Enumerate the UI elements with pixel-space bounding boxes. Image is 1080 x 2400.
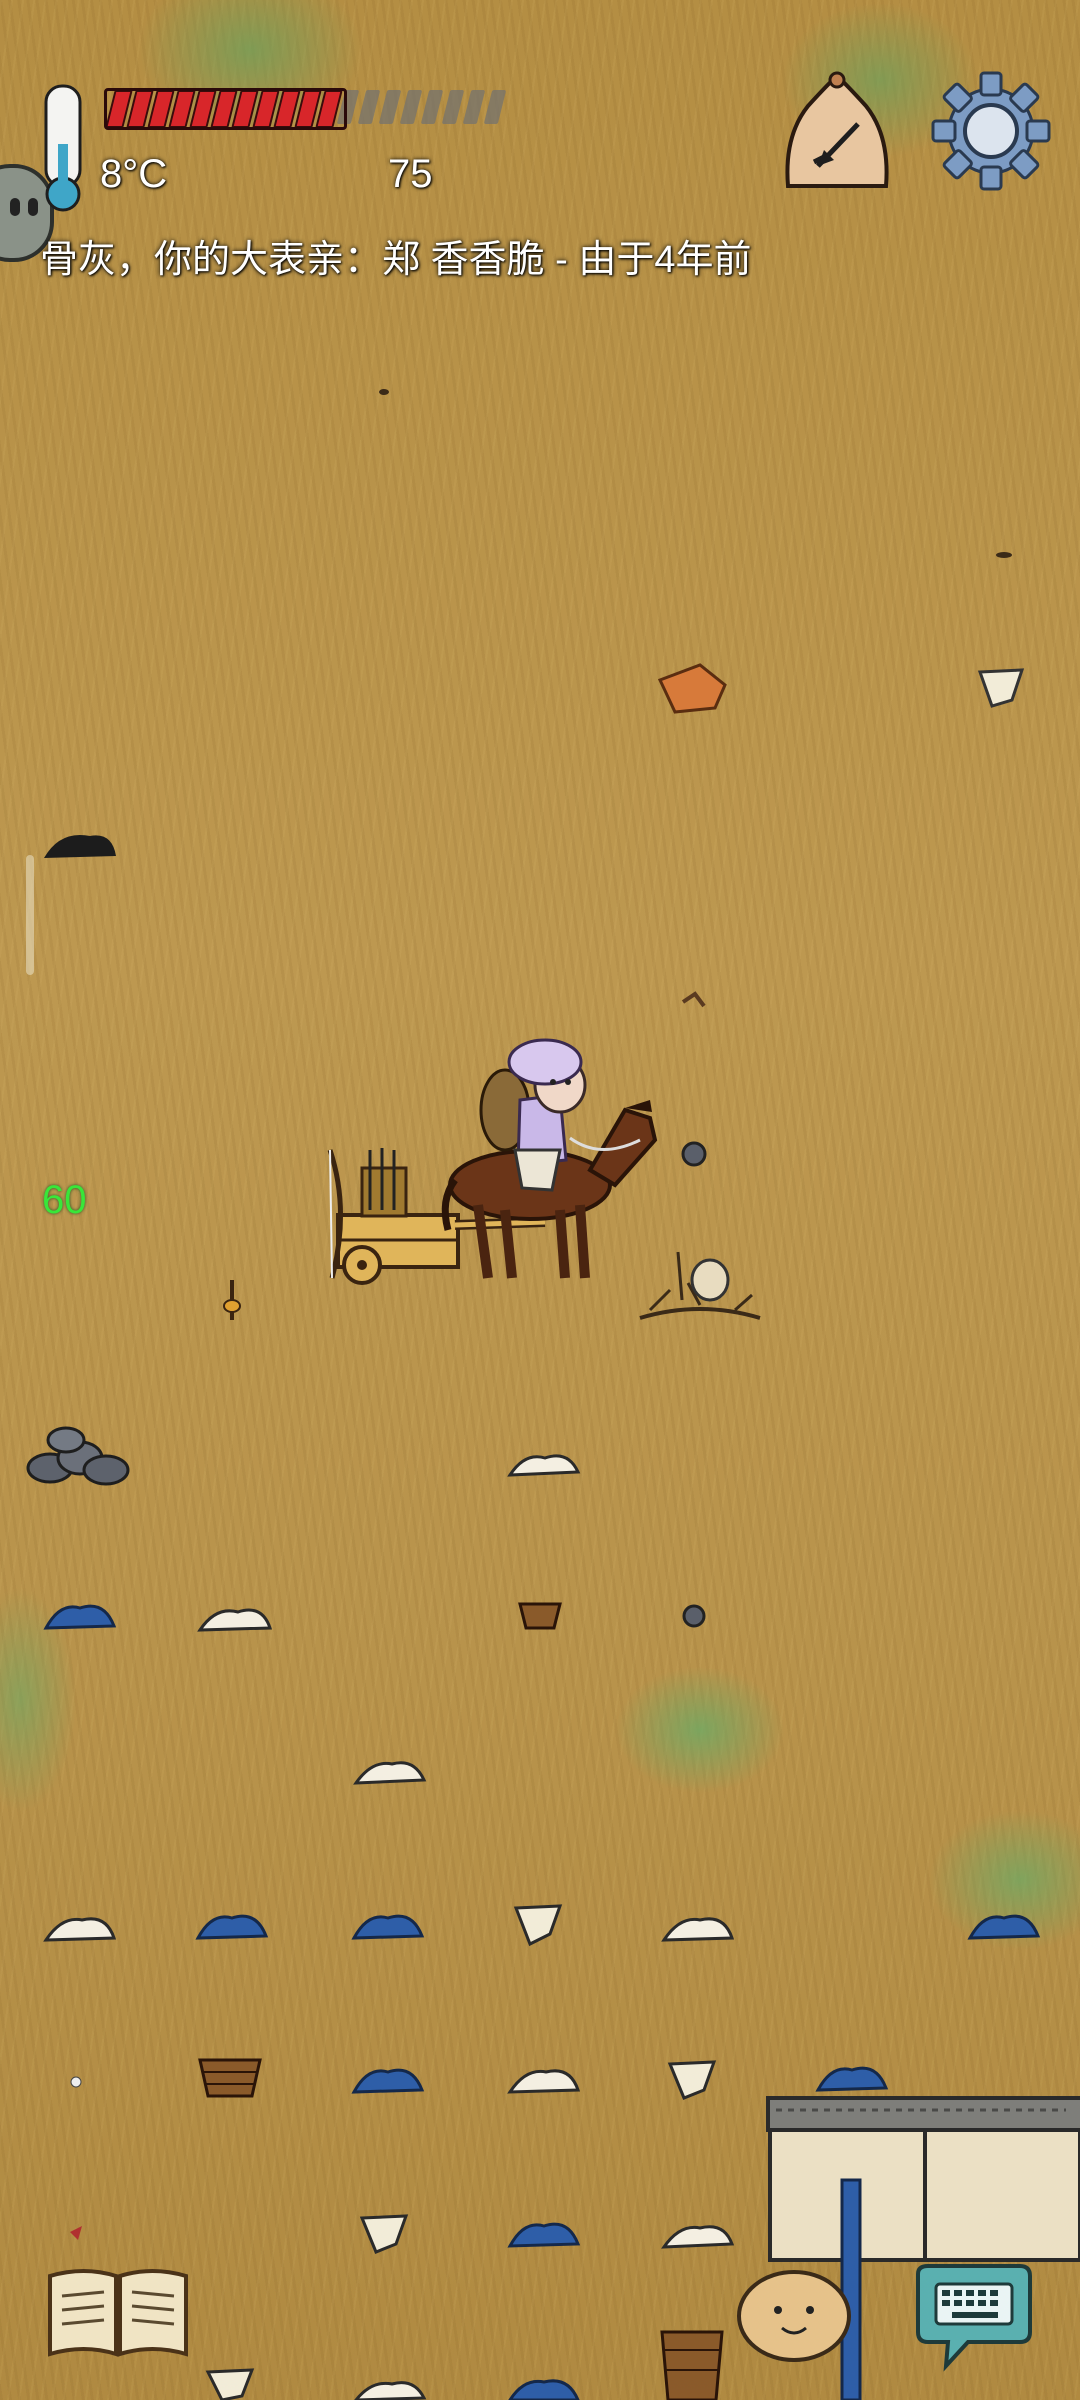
charcoal-pile[interactable] xyxy=(44,834,116,858)
round-stone[interactable] xyxy=(682,1604,706,1628)
temperature-readout: 8°C xyxy=(100,152,168,196)
world-objects-layer[interactable] xyxy=(0,0,1080,2400)
tall-basket[interactable] xyxy=(660,2330,724,2400)
food-pip-empty xyxy=(357,90,381,124)
fps-counter: 60 xyxy=(42,1178,87,1222)
food-pip-empty xyxy=(462,90,486,124)
ore-rock[interactable] xyxy=(657,663,727,714)
white-fleece[interactable] xyxy=(353,1761,427,1785)
white-fleece[interactable] xyxy=(661,2225,735,2249)
flint-chip[interactable] xyxy=(667,2060,717,2100)
food-pip-empty xyxy=(483,90,507,124)
small-basket[interactable] xyxy=(518,1602,562,1630)
tiny-pebble[interactable] xyxy=(70,2076,82,2088)
twig[interactable] xyxy=(681,991,706,1008)
white-fleece[interactable] xyxy=(661,1917,735,1942)
stick-bit[interactable] xyxy=(996,552,1012,558)
food-pip-empty xyxy=(399,90,423,124)
blue-wool-pile[interactable] xyxy=(43,1604,117,1630)
keyboard-chat-icon[interactable] xyxy=(908,2262,1038,2372)
player-on-horse[interactable] xyxy=(441,1038,658,1279)
food-pip-empty xyxy=(420,90,444,124)
scroll-indicator xyxy=(26,855,34,975)
blue-wool-pile[interactable] xyxy=(351,2068,425,2094)
blue-wool-pile[interactable] xyxy=(967,1914,1041,1940)
recipe-book-icon[interactable] xyxy=(44,2262,192,2362)
white-fleece[interactable] xyxy=(507,1454,581,1477)
seed-bit[interactable] xyxy=(379,389,389,395)
age-readout: 75 xyxy=(388,152,433,196)
food-pip-empty xyxy=(441,90,465,124)
round-stone[interactable] xyxy=(681,1141,707,1167)
gear-icon[interactable] xyxy=(930,70,1052,192)
blue-wool-pile[interactable] xyxy=(508,2379,580,2400)
food-pip-empty xyxy=(378,90,402,124)
small-red-item[interactable] xyxy=(70,2226,82,2240)
woven-basket[interactable] xyxy=(198,2058,262,2098)
emote-face-icon[interactable] xyxy=(734,2266,854,2362)
white-fleece[interactable] xyxy=(197,1608,273,1632)
flint-chip[interactable] xyxy=(513,1904,563,1947)
blue-wool-pile[interactable] xyxy=(351,1914,425,1940)
rabbit-burrow[interactable] xyxy=(639,1251,761,1320)
food-meter xyxy=(104,88,509,130)
blue-wool-pile[interactable] xyxy=(507,2222,581,2248)
thermometer-icon xyxy=(44,84,82,212)
food-meter-frame xyxy=(104,88,347,130)
flint-chip[interactable] xyxy=(359,2214,409,2254)
white-fleece[interactable] xyxy=(507,2069,581,2094)
white-fleece[interactable] xyxy=(43,1917,117,1942)
white-fleece[interactable] xyxy=(354,2381,427,2400)
home-compass-icon[interactable] xyxy=(778,66,896,196)
status-message: 骨灰，你的大表亲：郑 香香脆 - 由于4年前 xyxy=(40,239,752,281)
stone-pile[interactable] xyxy=(26,1426,130,1486)
game-world[interactable] xyxy=(0,0,1080,2400)
tab-eye xyxy=(28,198,38,216)
wooden-stake[interactable] xyxy=(223,1280,241,1320)
flint-chip[interactable] xyxy=(977,668,1025,708)
blue-wool-pile[interactable] xyxy=(815,2066,889,2092)
tab-eye xyxy=(10,198,20,216)
blue-wool-pile[interactable] xyxy=(195,1914,269,1940)
flint-chip[interactable] xyxy=(205,2368,255,2400)
